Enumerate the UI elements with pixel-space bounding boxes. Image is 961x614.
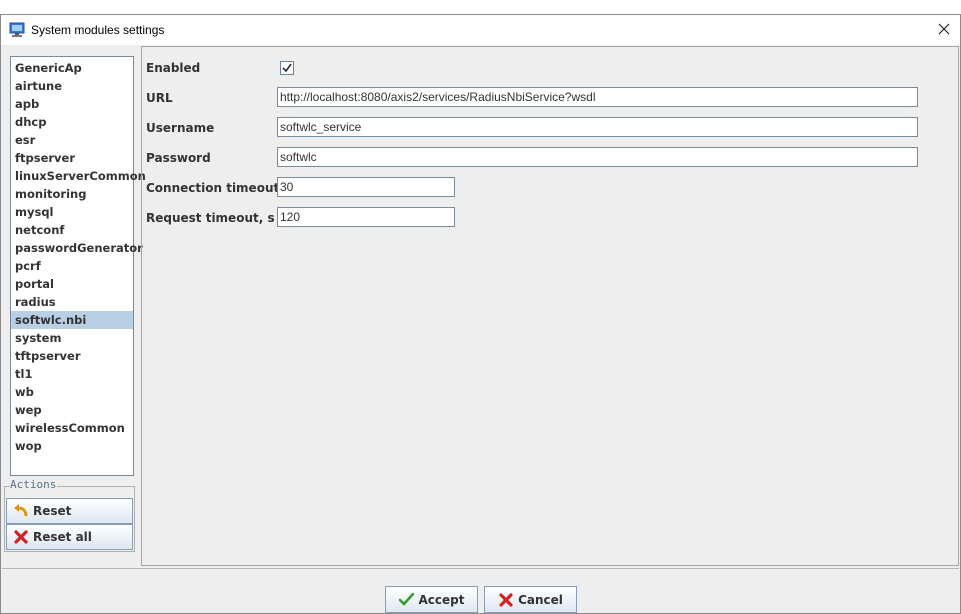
request-timeout-field[interactable]: 120 bbox=[277, 207, 455, 227]
url-label: URL bbox=[146, 91, 173, 105]
window-title: System modules settings bbox=[31, 23, 165, 37]
module-item[interactable]: system bbox=[11, 329, 133, 347]
module-item[interactable]: dhcp bbox=[11, 113, 133, 131]
enabled-checkbox[interactable] bbox=[280, 61, 294, 75]
actions-group: Actions Reset Reset all bbox=[4, 478, 135, 552]
close-button[interactable] bbox=[928, 15, 960, 45]
reset-all-label: Reset all bbox=[33, 530, 92, 544]
module-list[interactable]: GenericAp airtune apb dhcp esr ftpserver linux… bbox=[10, 56, 146, 476]
module-item[interactable]: ftpserver bbox=[11, 149, 133, 167]
request-timeout-label: Request timeout, s bbox=[146, 211, 275, 225]
module-item[interactable]: airtune bbox=[11, 77, 133, 95]
password-label: Password bbox=[146, 151, 211, 165]
red-x-icon bbox=[12, 529, 29, 545]
monitor-icon bbox=[9, 22, 25, 38]
actions-legend: Actions bbox=[9, 478, 58, 491]
module-item[interactable]: tl1 bbox=[11, 365, 133, 383]
dialog-button-bar: Accept Cancel bbox=[2, 568, 959, 613]
url-field[interactable]: http://localhost:8080/axis2/services/Rad… bbox=[277, 87, 918, 107]
enabled-label: Enabled bbox=[146, 61, 201, 75]
module-item[interactable]: pcrf bbox=[11, 257, 133, 275]
title-bar: System modules settings bbox=[1, 15, 960, 45]
password-field[interactable]: softwlc bbox=[277, 147, 918, 167]
reset-all-button[interactable]: Reset all bbox=[6, 524, 133, 550]
module-item[interactable]: linuxServerCommon bbox=[11, 167, 146, 185]
module-item[interactable]: netconf bbox=[11, 221, 133, 239]
settings-window: System modules settings GenericAp airtune… bbox=[0, 14, 961, 614]
module-item[interactable]: esr bbox=[11, 131, 133, 149]
dialog-content: GenericAp airtune apb dhcp esr ftpserver linux… bbox=[1, 45, 960, 613]
module-item[interactable]: passwordGenerator bbox=[11, 239, 143, 257]
close-icon bbox=[938, 23, 950, 38]
username-field[interactable]: softwlc_service bbox=[277, 117, 918, 137]
cancel-button[interactable]: Cancel bbox=[484, 586, 577, 613]
module-item[interactable]: wep bbox=[11, 401, 133, 419]
username-label: Username bbox=[146, 121, 215, 135]
module-settings-panel: Enabled URL http://localhost:8080/axis2/… bbox=[141, 46, 959, 566]
module-item[interactable]: wop bbox=[11, 437, 133, 455]
red-x-icon bbox=[498, 592, 514, 608]
module-item[interactable]: wb bbox=[11, 383, 133, 401]
green-check-icon bbox=[399, 592, 415, 608]
module-item[interactable]: mysql bbox=[11, 203, 133, 221]
module-item[interactable]: portal bbox=[11, 275, 133, 293]
module-item[interactable]: wirelessCommon bbox=[11, 419, 133, 437]
connection-timeout-field[interactable]: 30 bbox=[277, 177, 455, 197]
module-item[interactable]: radius bbox=[11, 293, 133, 311]
module-item[interactable]: apb bbox=[11, 95, 133, 113]
module-item[interactable]: GenericAp bbox=[11, 59, 133, 77]
reset-button[interactable]: Reset bbox=[6, 498, 133, 524]
module-item[interactable]: monitoring bbox=[11, 185, 133, 203]
reset-label: Reset bbox=[33, 504, 72, 518]
module-item[interactable]: tftpserver bbox=[11, 347, 133, 365]
module-item[interactable]: softwlc.nbi bbox=[11, 311, 133, 329]
accept-button[interactable]: Accept bbox=[385, 586, 478, 613]
undo-arrow-icon bbox=[12, 503, 29, 519]
cancel-label: Cancel bbox=[518, 592, 563, 607]
accept-label: Accept bbox=[418, 592, 465, 607]
connection-timeout-label: Connection timeout, s bbox=[146, 181, 296, 195]
